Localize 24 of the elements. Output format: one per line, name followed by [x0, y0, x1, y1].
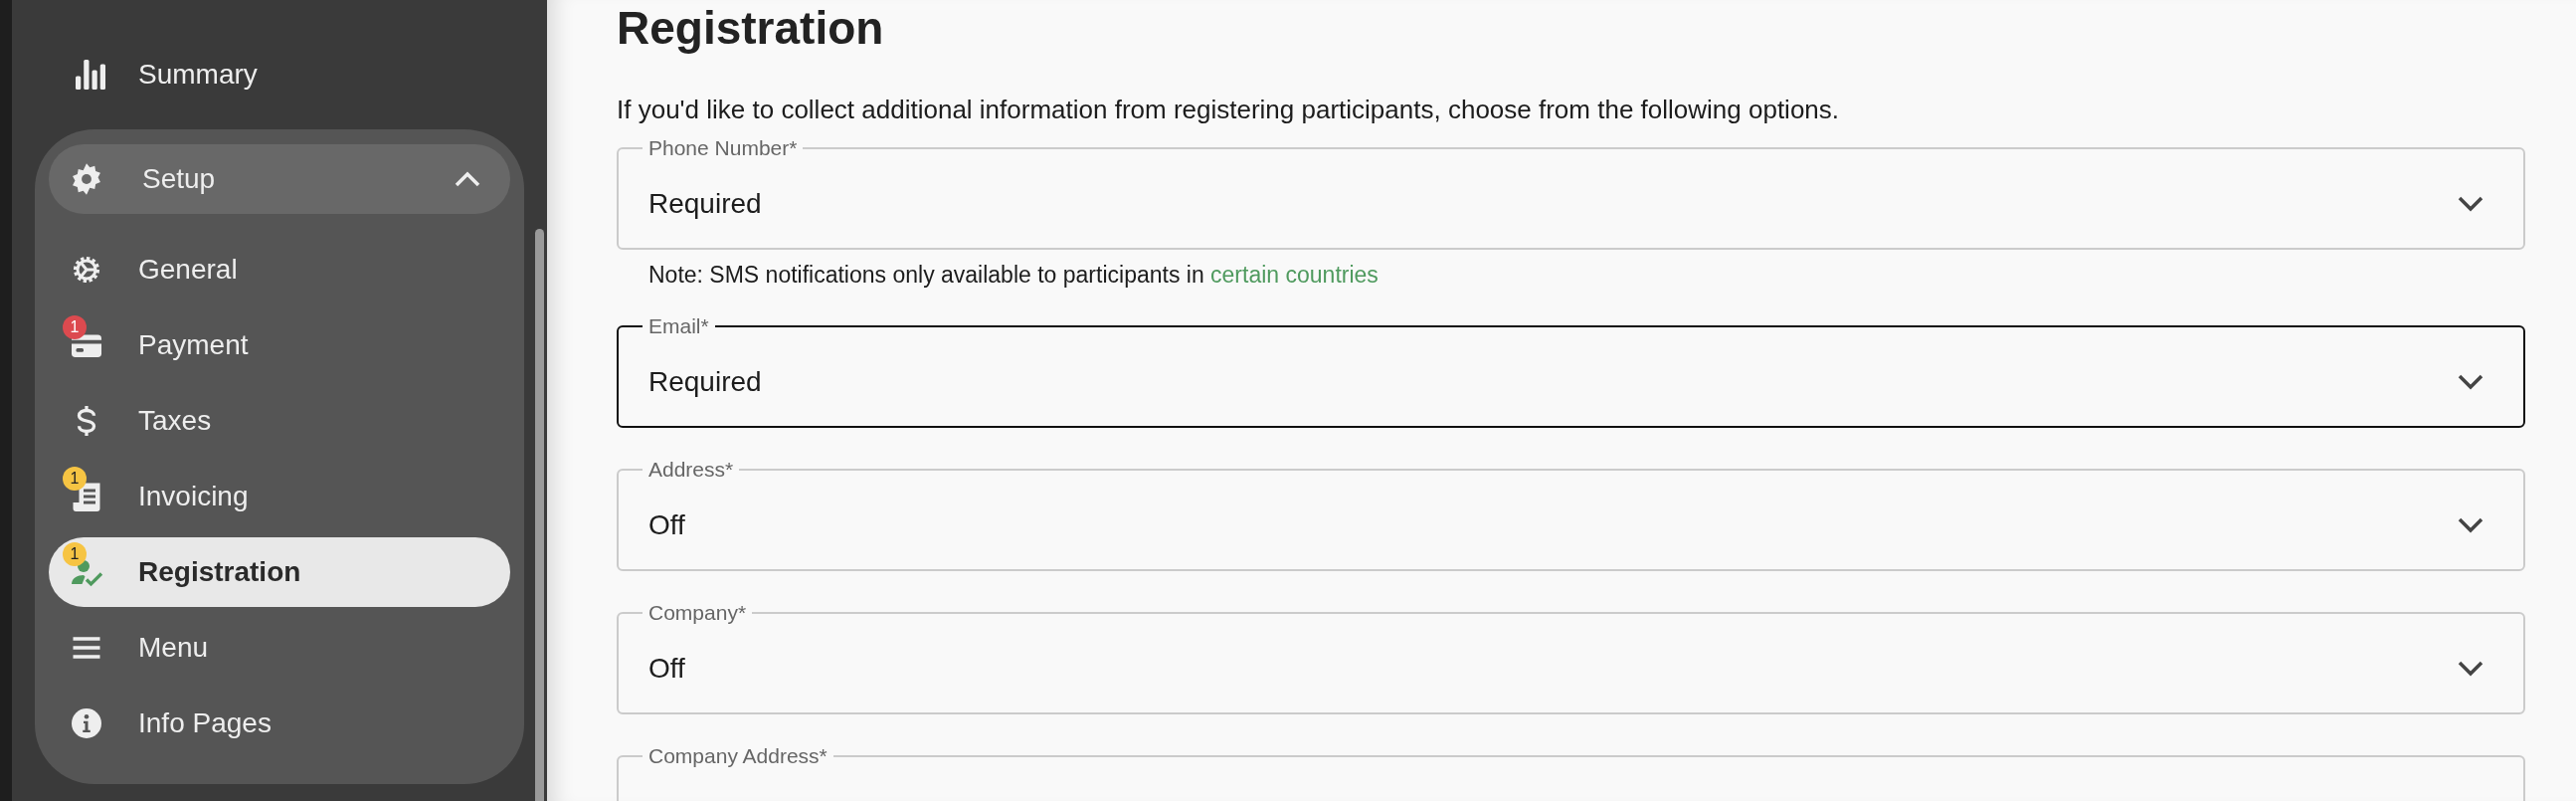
nav-item[interactable]: General	[49, 235, 510, 304]
chevron-up-icon	[455, 171, 480, 187]
scrollbar[interactable]	[535, 229, 544, 801]
setup-header[interactable]: Setup	[49, 144, 510, 214]
nav-item[interactable]: Info Pages	[49, 689, 510, 758]
page-title: Registration	[617, 1, 885, 56]
notification-badge: 1	[63, 315, 87, 339]
nav-item[interactable]: 1 Payment	[49, 310, 510, 380]
chevron-down-icon	[2458, 196, 2484, 212]
chevron-down-icon	[2458, 517, 2484, 533]
chevron-down-icon	[2458, 661, 2484, 677]
info-icon	[69, 705, 104, 741]
countries-link[interactable]: certain countries	[1210, 262, 1379, 288]
nav-item[interactable]: 1 Invoicing	[49, 462, 510, 531]
description-text: If you'd like to collect additional information from registering participants, choose from the following options.	[617, 94, 1841, 126]
summary-link[interactable]: Summary	[35, 38, 547, 111]
note-text: Note: SMS notifications only available to participants in certain countries	[648, 261, 1380, 290]
notification-badge: 1	[63, 467, 87, 491]
nav-item[interactable]: Menu	[49, 613, 510, 683]
bar-chart-icon	[73, 57, 108, 93]
nav-item[interactable]: 1 Registration	[49, 537, 510, 607]
chevron-down-icon	[2458, 374, 2484, 390]
notification-badge: 1	[63, 542, 87, 566]
nav-item[interactable]: Taxes	[49, 386, 510, 456]
